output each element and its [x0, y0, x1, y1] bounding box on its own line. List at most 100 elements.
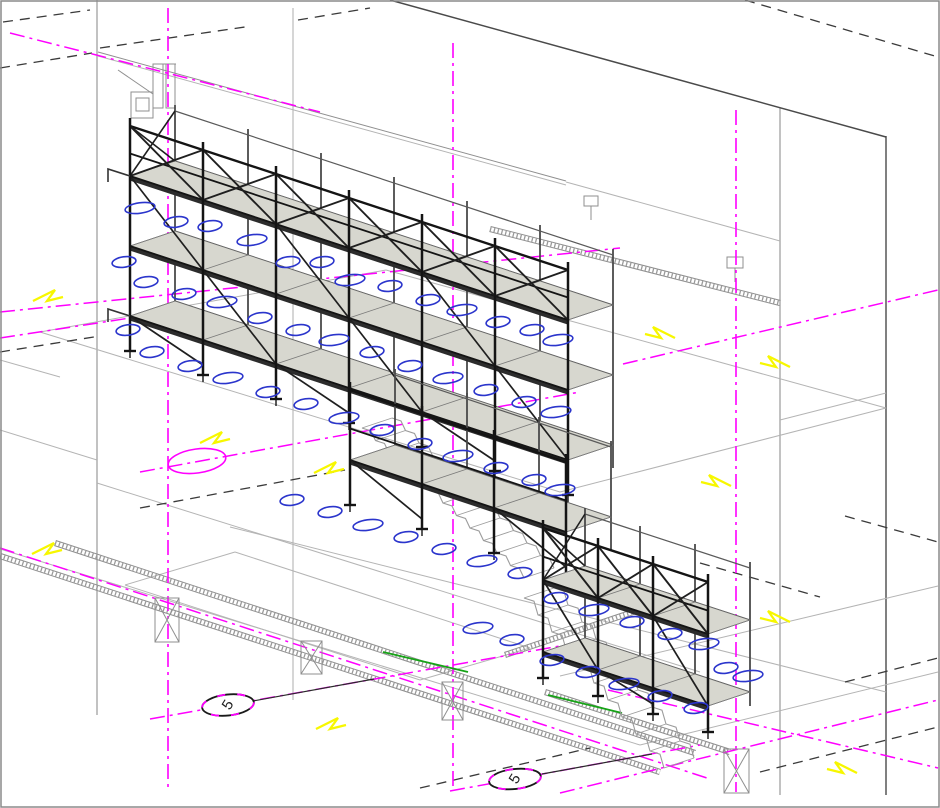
- cad-3d-view[interactable]: 55: [0, 0, 940, 808]
- building-edge: [125, 585, 420, 680]
- direction-arrow: [32, 543, 62, 554]
- coupler-marker: [397, 359, 422, 373]
- grid-bubble[interactable]: 5: [488, 766, 542, 791]
- hidden-edge: [0, 336, 100, 352]
- direction-arrow: [701, 475, 731, 486]
- coupler-marker: [293, 397, 318, 411]
- coupler-marker: [275, 255, 300, 269]
- coupler-marker: [247, 311, 272, 325]
- coupler-marker: [236, 233, 267, 247]
- bubble-leader: [253, 679, 374, 701]
- coupler-marker: [393, 530, 418, 544]
- coupler-marker: [318, 333, 349, 347]
- coupler-marker: [279, 493, 304, 507]
- coupler-marker: [285, 323, 310, 337]
- coupler-marker: [442, 449, 473, 463]
- building-edge: [230, 527, 886, 692]
- coupler-marker: [163, 215, 188, 229]
- scaffold-deck: [543, 638, 750, 706]
- coupler-marker: [352, 518, 383, 532]
- beam-edge: [0, 558, 659, 774]
- green-edge-line: [383, 652, 468, 672]
- coupler-marker: [466, 554, 497, 568]
- coupler-marker: [543, 591, 568, 605]
- building-edge: [0, 430, 97, 460]
- direction-arrow-glyph: [33, 290, 63, 301]
- grid-bubble[interactable]: 5: [201, 692, 255, 718]
- coupler-marker: [359, 345, 384, 359]
- coupler-marker: [197, 219, 222, 233]
- scaffold-deck: [543, 566, 750, 634]
- hidden-edge: [3, 10, 90, 22]
- stair-tread: [484, 531, 514, 541]
- stair-tread: [470, 518, 500, 528]
- direction-arrow-glyph: [760, 611, 790, 622]
- coupler-marker: [415, 293, 440, 307]
- coupler-marker: [309, 255, 334, 269]
- coupler-marker: [377, 279, 402, 293]
- hidden-edge: [845, 658, 938, 682]
- building-edge: [560, 408, 886, 492]
- wall-fixture-line: [118, 70, 153, 94]
- direction-arrow-glyph: [32, 543, 62, 554]
- hidden-edge: [0, 53, 92, 68]
- side-bracket: [108, 169, 130, 182]
- direction-arrow: [33, 290, 63, 301]
- direction-arrow: [645, 327, 675, 338]
- annotations-layer: 55: [167, 445, 652, 792]
- coupler-marker: [177, 359, 202, 373]
- coupler-marker: [713, 661, 738, 675]
- coupler-marker: [111, 255, 136, 269]
- stair-tread: [622, 707, 652, 717]
- scaffold-layer: [108, 105, 750, 739]
- direction-arrow-glyph: [314, 462, 344, 473]
- direction-arrow-glyph: [200, 432, 230, 443]
- coupler-marker: [133, 275, 158, 289]
- building-edge: [0, 360, 60, 377]
- direction-arrow: [827, 762, 857, 773]
- direction-arrow-glyph: [701, 475, 731, 486]
- coupler-marker: [115, 323, 140, 337]
- stair-tread: [511, 556, 541, 566]
- wall-fixture: [584, 196, 598, 206]
- building-edge: [390, 0, 886, 137]
- gridline-diagonal: [0, 318, 130, 338]
- direction-arrow-glyph: [827, 762, 857, 773]
- cad-viewport[interactable]: 55: [0, 0, 940, 808]
- direction-arrow: [314, 462, 344, 473]
- direction-arrow: [316, 718, 346, 729]
- hidden-edge: [100, 27, 245, 48]
- coupler-marker: [317, 505, 342, 519]
- coupler-marker: [206, 295, 237, 309]
- hidden-edge: [700, 563, 820, 597]
- direction-arrow: [760, 611, 790, 622]
- hidden-edge: [845, 516, 938, 542]
- hidden-edge: [760, 727, 938, 772]
- coupler-marker: [521, 473, 546, 487]
- hidden-edge: [140, 470, 345, 508]
- bubble-leader: [542, 754, 652, 774]
- gridline-diagonal: [10, 33, 320, 112]
- wall-fixture: [727, 257, 743, 268]
- wall-fixture: [136, 98, 149, 111]
- wall-fixture: [131, 92, 153, 118]
- stair-tread: [664, 758, 694, 768]
- hidden-edge: [298, 8, 370, 20]
- direction-arrow-glyph: [316, 718, 346, 729]
- building-edge: [780, 393, 886, 420]
- coupler-marker: [732, 669, 763, 683]
- hidden-edge: [745, 0, 938, 57]
- coupler-marker: [212, 371, 243, 385]
- direction-arrows-layer: [32, 290, 857, 773]
- coupler-marker: [485, 315, 510, 329]
- stair-tower: [537, 508, 750, 739]
- direction-arrow: [200, 432, 230, 443]
- coupler-marker: [578, 603, 609, 617]
- coupler-marker: [507, 566, 532, 580]
- main-scaffold-upper: [108, 105, 613, 502]
- building-edge: [566, 182, 780, 241]
- coupler-marker: [432, 371, 463, 385]
- direction-arrow-glyph: [645, 327, 675, 338]
- direction-arrow-glyph: [760, 356, 790, 367]
- direction-arrow: [760, 356, 790, 367]
